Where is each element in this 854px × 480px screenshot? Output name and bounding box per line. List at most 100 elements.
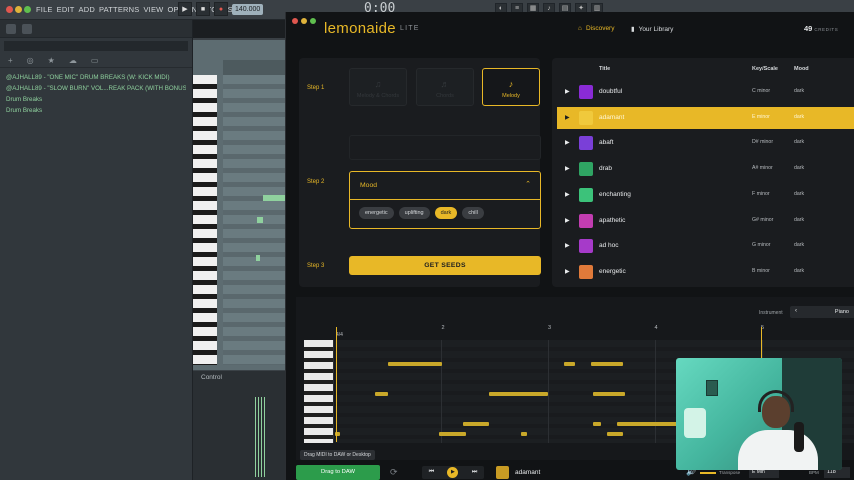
daw-menu-item[interactable]: FILE	[36, 5, 53, 14]
add-icon[interactable]: +	[8, 56, 13, 65]
browser-menu-icon[interactable]	[6, 23, 16, 34]
type-option-melody[interactable]: ♪ Melody	[482, 68, 540, 106]
next-icon[interactable]: ⏭	[472, 469, 477, 476]
get-seeds-button[interactable]: GET SEEDS	[349, 256, 541, 275]
midi-note[interactable]	[617, 422, 682, 426]
daw-note[interactable]	[263, 195, 285, 201]
drag-to-daw-button[interactable]: Drag to DAW	[296, 465, 380, 480]
folder-icon[interactable]: ▭	[91, 56, 99, 65]
play-icon[interactable]: ▶	[565, 114, 570, 121]
browser-search[interactable]	[4, 41, 188, 51]
drag-tooltip: Drag MIDI to DAW or Desktop	[300, 450, 375, 460]
cloud-icon[interactable]: ☁	[69, 56, 77, 65]
mood-tag-dark[interactable]: dark	[434, 207, 458, 219]
midi-note[interactable]	[462, 422, 490, 426]
seed-row[interactable]: ▶ abaft D# minor dark	[557, 132, 854, 154]
editor-piano-keys[interactable]	[304, 340, 334, 443]
play-icon[interactable]: ▶	[565, 268, 570, 275]
library-icon: ▮	[631, 26, 635, 33]
seed-row[interactable]: ▶ enchanting F minor dark	[557, 184, 854, 206]
time-signature: 4/4	[336, 332, 343, 338]
seed-row[interactable]: ▶ energetic B minor dark	[557, 261, 854, 283]
play-icon[interactable]: ▶	[565, 88, 570, 95]
record-icon[interactable]: ●	[214, 2, 228, 16]
tempo-display[interactable]: 140.000	[232, 3, 264, 15]
play-icon[interactable]: ▶	[565, 217, 570, 224]
regenerate-icon[interactable]: ⟳	[390, 467, 398, 478]
seed-row[interactable]: ▶ ad hoc G minor dark	[557, 235, 854, 257]
browser-file-list: @AJHALL89 - "ONE MIC" DRUM BREAKS (W: KI…	[0, 68, 192, 120]
seed-row[interactable]: ▶ drab A# minor dark	[557, 158, 854, 180]
seed-thumbnail	[579, 110, 593, 125]
daw-note[interactable]	[256, 255, 260, 261]
stop-icon[interactable]: ■	[196, 2, 210, 16]
instrument-select[interactable]: ‹ Piano	[790, 306, 854, 318]
piano-roll-keys[interactable]	[193, 75, 217, 365]
close-icon[interactable]	[6, 6, 13, 13]
seed-thumbnail	[579, 264, 593, 279]
seed-key: G minor	[752, 242, 771, 249]
daw-menu-item[interactable]: ADD	[79, 5, 95, 14]
play-icon[interactable]: ▶	[178, 2, 192, 16]
volume-slider[interactable]	[700, 472, 716, 474]
piano-roll-grid[interactable]	[223, 75, 285, 365]
velocity-bars[interactable]	[255, 397, 265, 477]
maximize-icon[interactable]	[24, 6, 31, 13]
chevron-up-icon[interactable]: ⌃	[525, 180, 531, 188]
midi-note[interactable]	[439, 432, 466, 436]
microphone-icon	[794, 422, 804, 452]
piano-roll-ruler[interactable]	[223, 60, 285, 75]
midi-note[interactable]	[388, 362, 442, 366]
seed-row[interactable]: ▶ doubtful C minor dark	[557, 81, 854, 103]
seed-key: A# minor	[752, 165, 773, 172]
daw-piano-roll[interactable]	[193, 40, 285, 370]
midi-note[interactable]	[606, 432, 623, 436]
browser-back-icon[interactable]	[22, 23, 32, 34]
playhead[interactable]	[336, 327, 337, 442]
nav-library[interactable]: ▮ Your Library	[631, 25, 673, 34]
mood-tag-energetic[interactable]: energetic	[359, 207, 394, 219]
play-icon[interactable]: ▶	[565, 139, 570, 146]
daw-note[interactable]	[257, 217, 263, 223]
browser-item[interactable]: Drum Breaks	[6, 105, 186, 116]
star-icon[interactable]: ★	[48, 56, 55, 65]
minimize-icon[interactable]	[15, 6, 22, 13]
mood-tag-chill[interactable]: chill	[462, 207, 484, 219]
nav-discovery[interactable]: ⌂ Discovery	[578, 25, 614, 32]
browser-item[interactable]: @AJHALL89 - "ONE MIC" DRUM BREAKS (W: KI…	[6, 72, 186, 83]
seed-mood: dark	[794, 216, 805, 223]
seed-mood: dark	[794, 88, 805, 94]
instrument-value: Piano	[834, 309, 849, 315]
mood-tag-uplifting[interactable]: uplifting	[398, 207, 430, 219]
midi-note[interactable]	[521, 432, 527, 436]
mood-dropdown-header[interactable]: Mood ⌃	[350, 172, 540, 200]
timeline-ruler[interactable]: 2345	[335, 324, 854, 334]
bar-number: 4	[654, 325, 658, 331]
daw-menu-item[interactable]: EDIT	[57, 5, 75, 14]
seed-title: ad hoc	[599, 242, 619, 250]
midi-note[interactable]	[592, 422, 602, 426]
seed-key: D# minor	[752, 139, 774, 146]
browser-item[interactable]: Drum Breaks	[6, 94, 186, 105]
type-option-melody-chords[interactable]: ♫ Melody & Chords	[349, 68, 407, 106]
type-option-chords[interactable]: ♬ Chords	[416, 68, 474, 106]
play-button-icon[interactable]: ▶	[447, 467, 459, 478]
midi-note[interactable]	[563, 362, 575, 366]
chevron-left-icon[interactable]: ‹	[795, 308, 797, 314]
daw-menu-item[interactable]: PATTERNS	[99, 5, 140, 14]
daw-menu-item[interactable]: VIEW	[143, 5, 163, 14]
midi-note[interactable]	[590, 362, 623, 366]
target-icon[interactable]: ◎	[27, 56, 34, 65]
play-icon[interactable]: ▶	[565, 191, 570, 198]
browser-item[interactable]: @AJHALL89 - "SLOW BURN" VOL...REAK PACK …	[6, 83, 186, 94]
previous-icon[interactable]: ⏮	[429, 469, 434, 476]
seed-row[interactable]: ▶ apathetic G# minor dark	[557, 210, 854, 232]
play-icon[interactable]: ▶	[565, 242, 570, 249]
midi-note[interactable]	[375, 392, 389, 396]
midi-note[interactable]	[592, 392, 625, 396]
play-icon[interactable]: ▶	[565, 165, 570, 172]
player-transport: ⏮ ▶ ⏭	[422, 466, 484, 479]
seed-row[interactable]: ▶ adamant E minor dark	[557, 106, 854, 129]
seed-thumbnail	[579, 136, 593, 151]
midi-note[interactable]	[489, 392, 548, 396]
